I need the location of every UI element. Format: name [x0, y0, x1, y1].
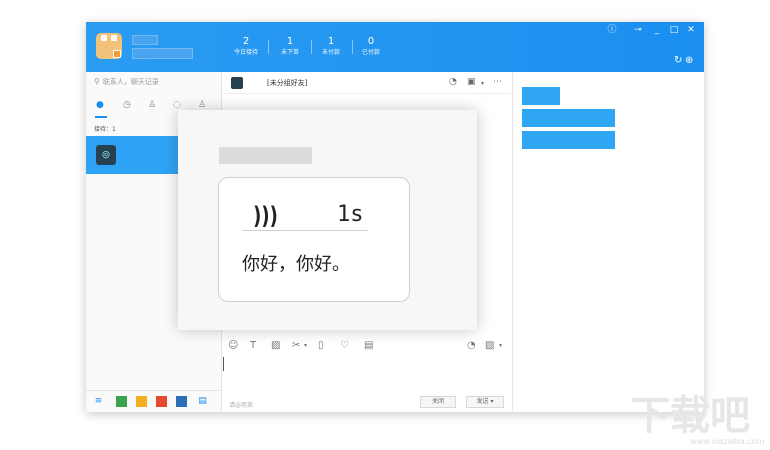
search-placeholder: 联系人，聊天记录: [102, 78, 159, 86]
pin-icon[interactable]: ⊸: [632, 25, 644, 35]
username-redacted: [132, 35, 158, 45]
stat-today-received[interactable]: 2 今日接待: [226, 36, 266, 58]
signature-redacted: [132, 48, 193, 59]
person-icon[interactable]: ♙: [148, 100, 156, 110]
cut-icon[interactable]: ✂: [292, 340, 300, 352]
stat-label: 未下单: [280, 49, 299, 56]
stat-label: 未付款: [321, 49, 340, 56]
close-button[interactable]: 关闭: [420, 396, 456, 408]
send-menu-chevron[interactable]: ▾: [490, 398, 493, 405]
stat-label: 已付款: [361, 49, 380, 56]
bubble-divider: [242, 230, 368, 231]
info-placeholder-1: [522, 87, 560, 105]
watermark-url: www.xiazaiba.com: [690, 437, 765, 446]
heart-icon[interactable]: ♡: [340, 340, 349, 352]
stat-value: 2: [242, 36, 250, 47]
contact-avatar: ⊚: [96, 145, 116, 165]
avatar-badge: [113, 50, 121, 58]
chat-bubble-icon[interactable]: ◔: [449, 77, 457, 87]
refresh-icon[interactable]: ↻: [674, 56, 682, 66]
info-icon[interactable]: ⓘ: [606, 25, 618, 35]
more-icon[interactable]: ⋯: [493, 77, 502, 87]
active-tab-indicator: [95, 116, 107, 118]
stat-divider: [268, 40, 269, 54]
search-icon: ⚲: [94, 77, 100, 86]
chat-title: [未分组好友]: [267, 79, 308, 87]
avatar-ear-right: [111, 35, 117, 41]
chat-icon[interactable]: ●: [96, 100, 104, 110]
close-icon[interactable]: ✕: [685, 25, 697, 35]
send-label: 发送: [476, 398, 489, 405]
chat-contact-avatar: [231, 77, 243, 89]
stat-value: 1: [286, 36, 294, 47]
app-icon-4[interactable]: [176, 396, 187, 407]
clock-icon[interactable]: ◷: [123, 100, 131, 110]
trash-icon[interactable]: ▤: [364, 340, 373, 352]
watermark-logo: 下载吧: [630, 393, 750, 439]
edit-icon[interactable]: ▣: [467, 77, 476, 87]
input-hint: 请@用卖: [229, 402, 254, 409]
input-toolbar: ☺ T ▨ ✂ ▾ ▯ ♡ ▤ ◔ ▧ ▾: [223, 340, 511, 354]
stat-value: 1: [327, 36, 335, 47]
add-icon[interactable]: ⊕: [685, 56, 693, 66]
chevron-down-icon[interactable]: ▾: [304, 340, 307, 352]
text-input-area[interactable]: [223, 357, 224, 371]
reception-counter: 接待：1: [94, 126, 116, 133]
sidebar-bottom-bar: ≡ ▤: [86, 390, 222, 412]
chevron-down-icon[interactable]: ▾: [499, 340, 502, 352]
chevron-down-icon[interactable]: ▾: [481, 80, 484, 87]
vibrate-icon[interactable]: ▯: [318, 340, 324, 352]
chat-header: [未分组好友] ◔ ▣ ▾ ⋯: [223, 72, 511, 94]
voice-transcript: 你好，你好。: [242, 254, 350, 275]
maximize-icon[interactable]: □: [668, 25, 680, 35]
right-panel: [512, 72, 704, 412]
app-icon-3[interactable]: [156, 396, 167, 407]
stat-not-ordered[interactable]: 1 未下单: [270, 36, 310, 58]
emoji-icon[interactable]: ☺: [228, 340, 238, 352]
info-placeholder-2: [522, 109, 615, 127]
app-icon-5[interactable]: ▤: [197, 396, 208, 407]
voice-message-popup: ))) 1s 你好，你好。: [178, 110, 477, 330]
stat-paid[interactable]: 0 已付款: [351, 36, 391, 58]
avatar-ear-left: [101, 35, 107, 41]
history-icon[interactable]: ◔: [467, 340, 476, 352]
stat-value: 0: [367, 36, 375, 47]
info-placeholder-3: [522, 131, 615, 149]
text-icon[interactable]: T: [250, 340, 256, 352]
search-input[interactable]: ⚲ 联系人，聊天记录: [94, 77, 159, 87]
file-icon[interactable]: ▧: [485, 340, 494, 352]
app-icon-1[interactable]: [116, 396, 127, 407]
stat-label: 今日接待: [233, 49, 258, 56]
group-icon[interactable]: ◌: [173, 100, 181, 110]
stat-not-paid[interactable]: 1 未付款: [311, 36, 351, 58]
app-icon-2[interactable]: [136, 396, 147, 407]
voice-duration: 1s: [337, 202, 364, 227]
top-header: 2 今日接待 1 未下单 1 未付款 0 已付款 ⓘ ⊸ _ □ ✕ ↻ ⊕: [86, 22, 704, 72]
minimize-icon[interactable]: _: [651, 25, 663, 35]
user-avatar[interactable]: [96, 33, 122, 59]
image-icon[interactable]: ▨: [271, 340, 280, 352]
team-icon[interactable]: ♙: [198, 100, 206, 110]
send-button[interactable]: 发送 ▾: [466, 396, 504, 408]
voice-message-bubble[interactable]: ))) 1s 你好，你好。: [218, 177, 410, 302]
voice-wave-icon[interactable]: ))): [253, 202, 278, 230]
popup-title-placeholder: [219, 147, 312, 164]
menu-icon[interactable]: ≡: [93, 396, 104, 407]
